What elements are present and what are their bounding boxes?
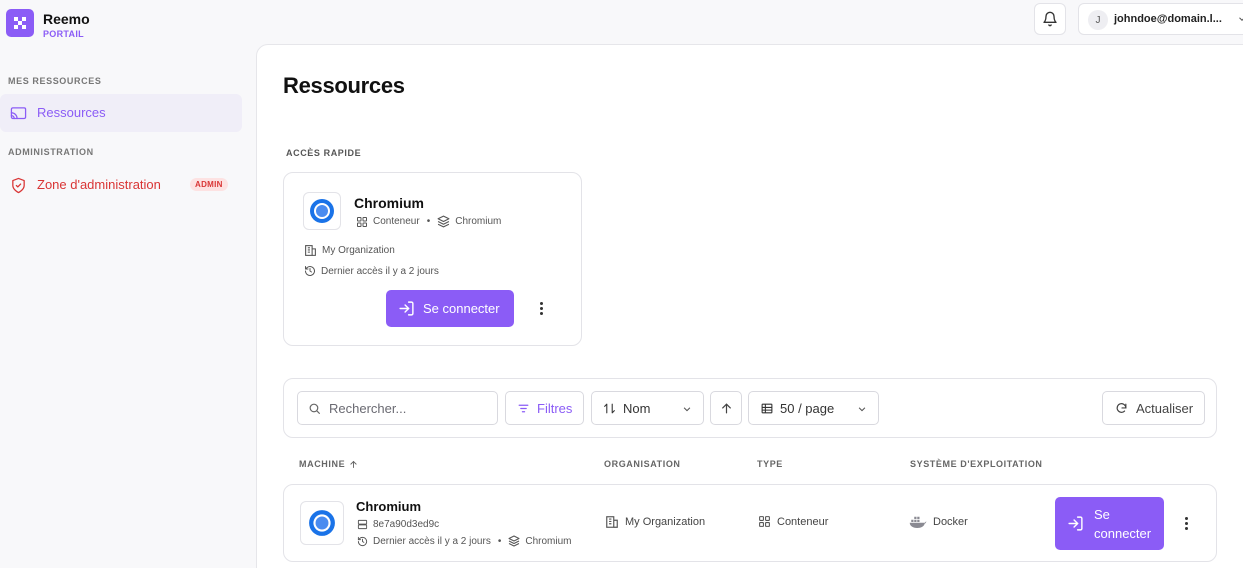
column-header-os[interactable]: SYSTÈME D'EXPLOITATION bbox=[910, 459, 1043, 469]
connect-button[interactable]: Se connecter bbox=[1055, 497, 1164, 550]
chevron-down-icon bbox=[683, 407, 691, 412]
table-row[interactable]: Chromium 8e7a90d3ed9c Dernier accès il y… bbox=[283, 484, 1217, 562]
organization-cell: My Organization bbox=[605, 515, 705, 529]
type-cell: Conteneur bbox=[758, 515, 828, 528]
layers-icon bbox=[508, 535, 520, 547]
resource-last-access: Dernier accès il y a 2 jours bbox=[304, 265, 439, 277]
grid-icon bbox=[759, 516, 770, 527]
login-icon bbox=[1068, 516, 1083, 531]
page-size-select[interactable]: 50 / page bbox=[748, 391, 879, 425]
top-bar: Reemo PORTAIL J johndoe@domain.l... bbox=[0, 0, 1243, 44]
page-title: Ressources bbox=[283, 73, 405, 98]
docker-icon bbox=[909, 516, 927, 528]
sidebar-section-title: MES RESSOURCES bbox=[8, 76, 102, 86]
building-icon bbox=[305, 245, 316, 256]
resource-name: Chromium bbox=[354, 195, 424, 211]
separator-dot: • bbox=[497, 535, 502, 547]
separator-dot: • bbox=[426, 216, 431, 227]
sort-direction-button[interactable] bbox=[710, 391, 742, 425]
search-icon bbox=[309, 403, 320, 414]
sidebar-item-label: Ressources bbox=[37, 105, 106, 120]
history-icon bbox=[357, 536, 368, 546]
connect-button[interactable]: Se connecter bbox=[386, 290, 514, 327]
refresh-button[interactable]: Actualiser bbox=[1102, 391, 1205, 425]
bell-icon bbox=[1043, 11, 1057, 27]
filter-icon bbox=[518, 404, 529, 412]
layers-icon bbox=[437, 215, 450, 228]
building-icon bbox=[606, 516, 618, 528]
more-options-icon[interactable] bbox=[1178, 513, 1194, 533]
brand-subtitle: PORTAIL bbox=[43, 29, 84, 39]
quick-access-label: ACCÈS RAPIDE bbox=[286, 148, 362, 158]
avatar: J bbox=[1088, 10, 1108, 30]
reemo-logo-icon[interactable] bbox=[6, 9, 34, 37]
column-header-type[interactable]: TYPE bbox=[757, 459, 783, 469]
sort-arrows-icon bbox=[604, 403, 615, 413]
sidebar-section-title: ADMINISTRATION bbox=[8, 147, 94, 157]
column-header-organisation[interactable]: ORGANISATION bbox=[604, 459, 681, 469]
resource-organization: My Organization bbox=[304, 244, 395, 257]
chevron-down-icon bbox=[1239, 17, 1243, 21]
machine-id: 8e7a90d3ed9c bbox=[357, 519, 439, 530]
sidebar-item-label: Zone d'administration bbox=[37, 177, 161, 192]
chevron-down-icon bbox=[858, 407, 866, 412]
resource-type: Conteneur bbox=[373, 216, 420, 227]
user-email: johndoe@domain.l... bbox=[1114, 13, 1222, 25]
os-cell: Docker bbox=[909, 515, 968, 529]
refresh-icon bbox=[1116, 402, 1127, 413]
table-icon bbox=[761, 403, 773, 413]
sidebar-item-administration[interactable]: Zone d'administration ADMIN bbox=[0, 166, 242, 204]
sort-select[interactable]: Nom bbox=[591, 391, 704, 425]
brand-name: Reemo bbox=[43, 11, 90, 27]
chromium-icon bbox=[300, 501, 344, 545]
search-input[interactable] bbox=[329, 400, 479, 416]
arrow-up-icon bbox=[350, 460, 357, 468]
cast-screen-icon bbox=[10, 107, 27, 120]
sidebar-item-ressources[interactable]: Ressources bbox=[0, 94, 242, 132]
resource-meta: Conteneur • Chromium bbox=[356, 215, 501, 228]
grid-icon bbox=[357, 216, 367, 227]
user-menu-button[interactable]: J johndoe@domain.l... bbox=[1078, 3, 1243, 35]
main-panel: Ressources ACCÈS RAPIDE Chromium Contene… bbox=[256, 44, 1243, 568]
arrow-up-icon bbox=[721, 403, 731, 413]
column-header-machine[interactable]: MACHINE bbox=[299, 459, 358, 469]
machine-meta: Dernier accès il y a 2 jours • Chromium bbox=[357, 535, 571, 547]
notifications-button[interactable] bbox=[1034, 3, 1066, 35]
resources-toolbar: Filtres Nom 50 / page Actualiser bbox=[283, 378, 1217, 438]
admin-badge: ADMIN bbox=[190, 178, 228, 191]
chromium-icon bbox=[303, 192, 341, 230]
resource-image: Chromium bbox=[455, 216, 502, 227]
history-icon bbox=[305, 266, 315, 276]
login-icon bbox=[399, 301, 414, 316]
server-icon bbox=[357, 519, 368, 530]
machine-name: Chromium bbox=[356, 499, 421, 514]
more-options-icon[interactable] bbox=[533, 298, 549, 318]
filters-button[interactable]: Filtres bbox=[505, 391, 584, 425]
quick-access-card: Chromium Conteneur • Chromium My Organiz… bbox=[283, 172, 582, 346]
shield-icon bbox=[12, 177, 25, 194]
search-box[interactable] bbox=[297, 391, 498, 425]
